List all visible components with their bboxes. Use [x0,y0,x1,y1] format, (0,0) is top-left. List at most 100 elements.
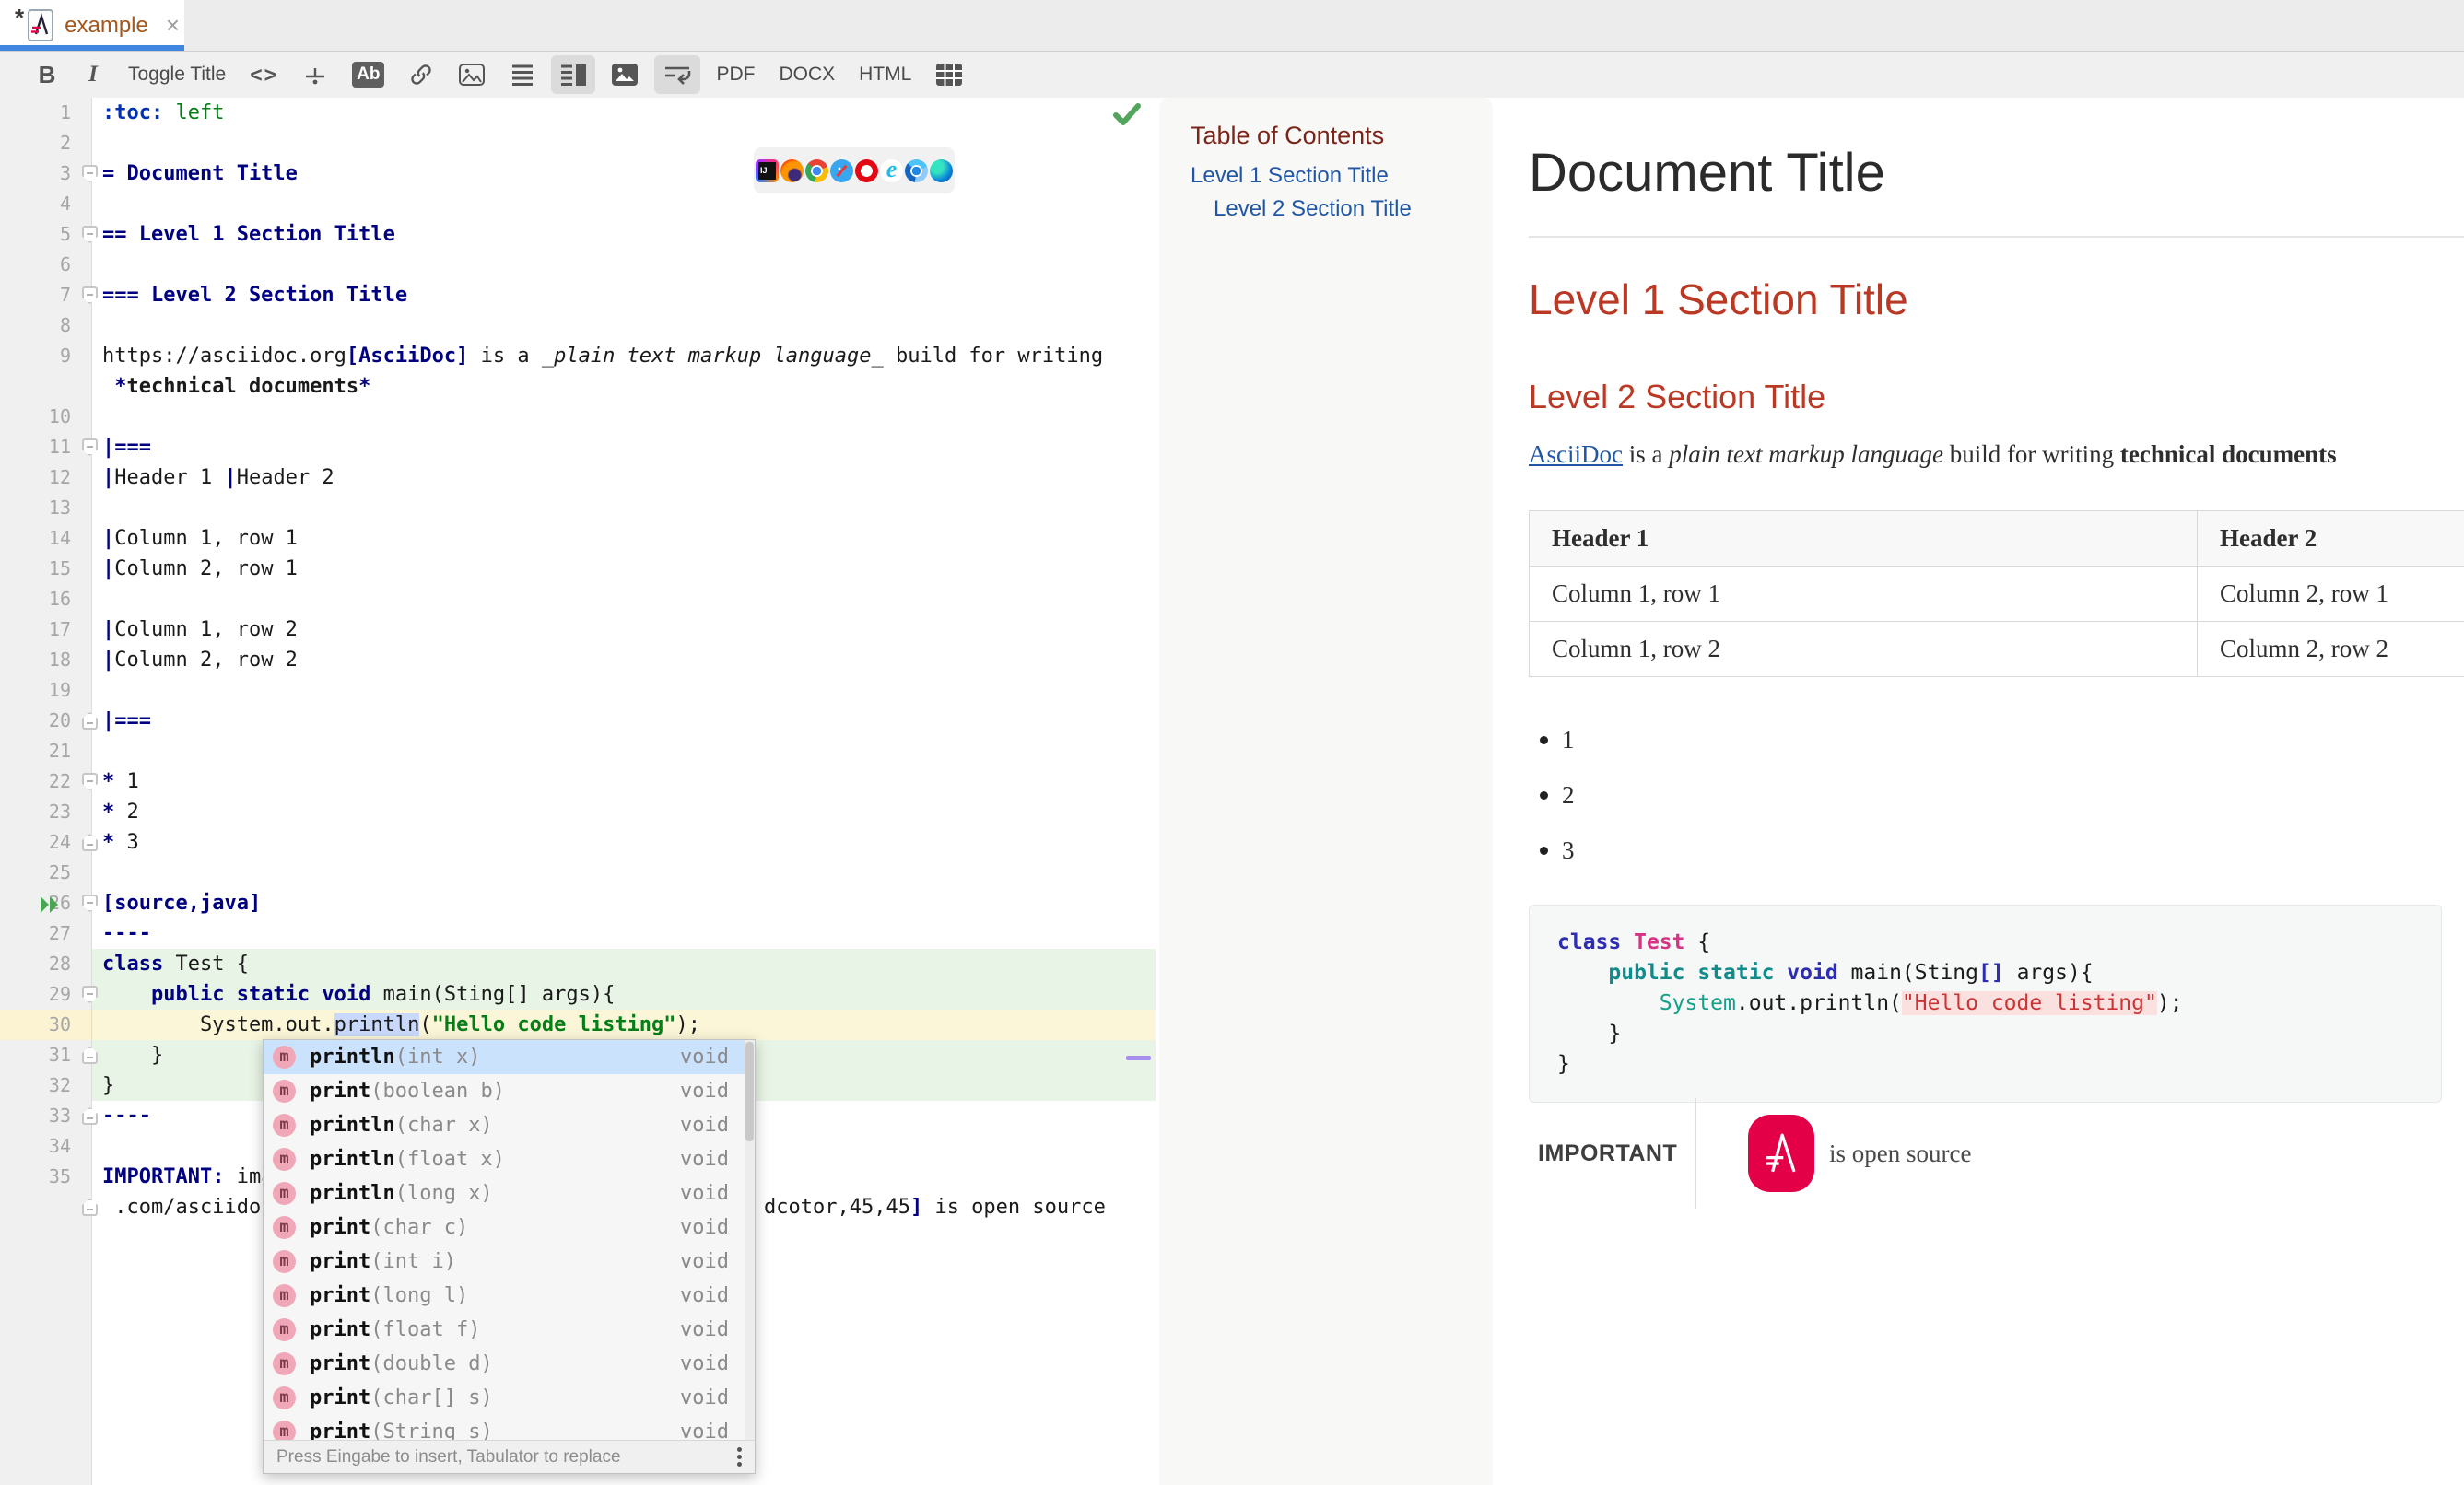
asciidoc-link[interactable]: AsciiDoc [1529,440,1623,468]
toolbar-soft-wrap-button[interactable] [654,55,700,94]
internet-explorer-icon[interactable] [880,159,903,182]
editor-line[interactable]: *technical documents* [0,371,1156,402]
editor-line[interactable]: 7=== Level 2 Section Title [0,280,1156,310]
editor-line[interactable]: 9https://asciidoc.org[AsciiDoc] is a _pl… [0,341,1156,371]
code-segment: 1 [114,770,139,793]
code-segment: ] [910,1196,922,1219]
code-segment: void [1787,961,1837,985]
editor-line[interactable]: 13 [0,493,1156,523]
completion-item[interactable]: mprint(boolean b)void [264,1074,755,1108]
editor-line[interactable]: 3= Document Title [0,158,1156,189]
toc-link-level2[interactable]: Level 2 Section Title [1214,196,1493,222]
line-text: ---- [92,918,1156,949]
popup-scrollbar[interactable] [745,1040,755,1440]
line-text: class Test { [92,949,1156,979]
editor-line[interactable]: 26[source,java] [0,888,1156,918]
editor-line[interactable]: 25 [0,858,1156,888]
toolbar-image-filled-button[interactable] [603,55,647,94]
toolbar-italic-button[interactable]: I [74,55,112,94]
editor-line[interactable]: 28class Test { [0,949,1156,979]
edge-icon[interactable] [930,159,953,182]
line-text: |=== [92,706,1156,736]
completion-item[interactable]: mprint(char c)void [264,1210,755,1245]
editor-line[interactable]: 19 [0,675,1156,706]
opera-icon[interactable] [855,159,878,182]
ide-window: * example × BIToggle Title<> Ab PDFDOCXHTM… [0,0,2464,1485]
completion-item[interactable]: mprint(long l)void [264,1279,755,1313]
toolbar-bold-button[interactable]: B [28,55,66,94]
line-number: 15 [0,554,92,584]
intellij-idea-icon[interactable] [756,159,779,182]
line-number: 31 [0,1040,92,1070]
editor-line[interactable]: 6 [0,250,1156,280]
completion-item[interactable]: mprintln(char x)void [264,1108,755,1142]
editor-line[interactable]: 15|Column 2, row 1 [0,554,1156,584]
toolbar-horizontal-rule-button[interactable] [294,55,336,94]
toolbar-table-grid-button[interactable] [927,55,971,94]
editor-line[interactable]: 23* 2 [0,797,1156,827]
code-segment: | [102,649,114,672]
firefox-icon[interactable] [780,159,804,182]
toolbar-image-outline-button[interactable] [450,55,494,94]
completion-item[interactable]: mprint(String s)void [264,1415,755,1440]
completion-name: println [310,1046,395,1069]
toolbar-html-button[interactable]: HTML [851,55,920,94]
editor-line[interactable]: 29 public static void main(Sting[] args)… [0,979,1156,1010]
table-cell: Column 2, row 2 [2198,622,2464,677]
completion-item[interactable]: mprint(char[] s)void [264,1381,755,1415]
editor-line[interactable]: 14|Column 1, row 1 [0,523,1156,554]
code-segment: 3 [114,831,139,854]
method-icon: m [273,1114,296,1137]
editor-line[interactable]: 22* 1 [0,766,1156,797]
safari-icon[interactable] [830,159,853,182]
editor-line[interactable]: 2 [0,128,1156,158]
editor-line[interactable]: 12|Header 1 |Header 2 [0,462,1156,493]
editor-line[interactable]: 1:toc: left [0,98,1156,128]
editor-line[interactable]: 24* 3 [0,827,1156,858]
editor-line[interactable]: 27---- [0,918,1156,949]
toolbar-pdf-button[interactable]: PDF [708,55,763,94]
toolbar-attribute-button[interactable]: Ab [344,55,393,94]
editor-line[interactable]: 21 [0,736,1156,766]
toc-link-level1[interactable]: Level 1 Section Title [1191,163,1493,189]
code-segment: } [102,1074,114,1097]
toolbar-list-button[interactable] [501,55,544,94]
line-text: === Level 2 Section Title [92,280,1156,310]
toolbar-two-column-view-button[interactable] [551,55,595,94]
line-text [92,858,1156,888]
paragraph-text: build for writing [1943,440,2120,468]
editor-line[interactable]: 8 [0,310,1156,341]
toolbar-toggle-title-button[interactable]: Toggle Title [120,55,234,94]
more-options-icon[interactable] [737,1455,742,1459]
popup-scrollbar-thumb[interactable] [745,1042,754,1141]
completion-item[interactable]: mprintln(int x)void [264,1040,755,1074]
code-segment: dcotor,45,45 [764,1196,910,1219]
editor-line[interactable]: 18|Column 2, row 2 [0,645,1156,675]
toolbar-link-button[interactable] [400,55,442,94]
toolbar-code-angle-button[interactable]: <> [241,55,287,94]
code-segment: } [102,1044,163,1067]
toolbar-docx-button[interactable]: DOCX [770,55,843,94]
editor-line[interactable]: 5== Level 1 Section Title [0,219,1156,250]
chrome-icon[interactable] [805,159,828,182]
completion-item[interactable]: mprint(int i)void [264,1245,755,1279]
close-icon[interactable]: × [166,11,180,40]
code-segment: | [102,557,114,580]
editor-line[interactable]: 11|=== [0,432,1156,462]
chromium-icon[interactable] [905,159,928,182]
editor-line[interactable]: 17|Column 1, row 2 [0,614,1156,645]
editor-line[interactable]: 20|=== [0,706,1156,736]
code-line: } [1557,1019,2413,1049]
inspections-ok-icon[interactable] [1111,101,1143,129]
completion-item[interactable]: mprintln(float x)void [264,1142,755,1176]
completion-item[interactable]: mprint(float f)void [264,1313,755,1347]
line-number: 11 [0,432,92,462]
editor-line[interactable]: 16 [0,584,1156,614]
editor-line[interactable]: 4 [0,189,1156,219]
italic-text: plain text markup language [1669,440,1943,468]
tab-example[interactable]: * example × [0,0,184,51]
editor-line[interactable]: 30 System.out.println("Hello code listin… [0,1010,1156,1040]
completion-item[interactable]: mprint(double d)void [264,1347,755,1381]
editor-line[interactable]: 10 [0,402,1156,432]
completion-item[interactable]: mprintln(long x)void [264,1176,755,1210]
